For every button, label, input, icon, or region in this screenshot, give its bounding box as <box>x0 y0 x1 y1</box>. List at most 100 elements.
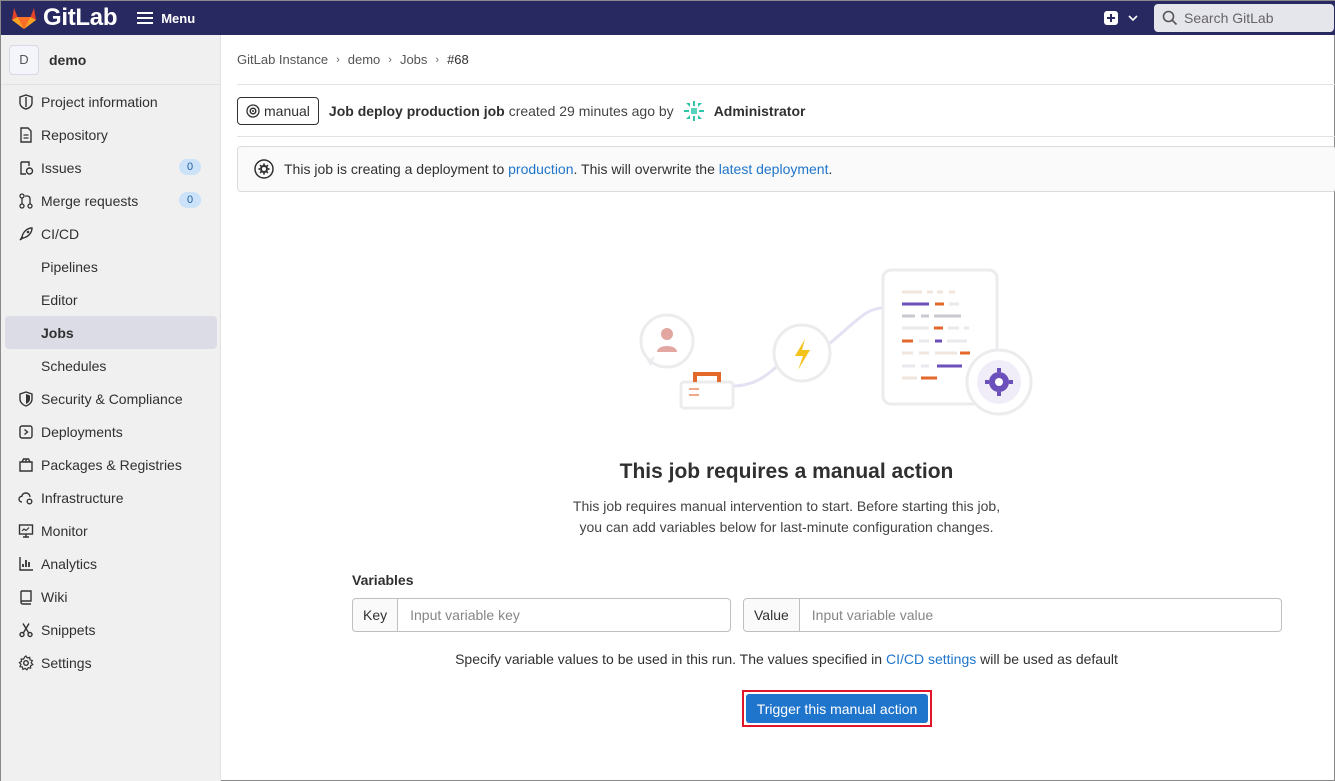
sidebar-subitem-schedules[interactable]: Schedules <box>1 349 217 382</box>
rocket-icon <box>17 225 35 243</box>
trigger-manual-action-button[interactable]: Trigger this manual action <box>746 694 928 723</box>
project-avatar: D <box>9 44 39 75</box>
sidebar-item-settings[interactable]: Settings <box>1 646 217 679</box>
chart-icon <box>17 555 35 573</box>
package-icon <box>17 456 35 474</box>
brand-name: GitLab <box>43 4 118 31</box>
sidebar-nav: Project information Repository Issues 0 … <box>1 85 220 679</box>
variable-value-input[interactable] <box>799 599 1281 631</box>
monitor-icon <box>17 522 35 540</box>
sidebar-subitem-jobs[interactable]: Jobs <box>5 316 217 349</box>
sidebar-item-repository[interactable]: Repository <box>1 118 217 151</box>
author-name[interactable]: Administrator <box>714 103 806 119</box>
alert-text-prefix: This job is creating a deployment to <box>284 161 505 177</box>
sidebar-item-label: Infrastructure <box>41 489 124 506</box>
main-content: GitLab Instance › demo › Jobs › #68 manu… <box>237 35 1335 192</box>
job-header: manual Job deploy production job created… <box>237 85 1335 137</box>
sidebar-item-label: Deployments <box>41 423 123 440</box>
sidebar-item-label: CI/CD <box>41 225 80 242</box>
key-addon: Key <box>353 599 399 631</box>
sidebar-item-label: Editor <box>41 291 78 308</box>
variables-label: Variables <box>352 572 414 588</box>
sidebar-item-deployments[interactable]: Deployments <box>1 415 217 448</box>
breadcrumb-demo[interactable]: demo <box>348 52 381 67</box>
sidebar-item-label: Issues <box>41 159 82 176</box>
info-doc-icon <box>17 93 35 111</box>
menu-button[interactable]: Menu <box>137 11 195 26</box>
new-dropdown-button[interactable] <box>1104 11 1140 25</box>
gitlab-home-link[interactable]: GitLab <box>11 1 118 35</box>
chevron-right-icon: › <box>388 53 392 66</box>
variable-key-field: Key <box>352 598 731 632</box>
variable-value-field: Value <box>743 598 1282 632</box>
cicd-settings-link[interactable]: CI/CD settings <box>886 651 976 667</box>
alert-text-suffix: . <box>828 161 833 177</box>
empty-state-title: This job requires a manual action <box>619 460 954 483</box>
breadcrumb: GitLab Instance › demo › Jobs › #68 <box>237 35 1335 85</box>
sidebar-item-security-compliance[interactable]: Security & Compliance <box>1 382 217 415</box>
sidebar-item-label: Snippets <box>41 621 96 638</box>
sidebar-item-label: Project information <box>41 93 158 110</box>
breadcrumb-gitlab-instance[interactable]: GitLab Instance <box>237 52 328 67</box>
doc-icon <box>17 126 35 144</box>
alert-text-middle: . This will overwrite the <box>573 161 715 177</box>
chevron-down-icon <box>1128 15 1138 22</box>
sidebar-item-analytics[interactable]: Analytics <box>1 547 217 580</box>
search-placeholder: Search GitLab <box>1184 10 1274 26</box>
menu-label: Menu <box>161 10 196 26</box>
sidebar-item-merge-requests[interactable]: Merge requests 0 <box>1 184 217 217</box>
deployment-gear-icon <box>254 159 274 179</box>
chevron-right-icon: › <box>435 53 440 66</box>
chevron-right-icon: › <box>336 53 340 66</box>
job-meta: created 29 minutes ago by <box>508 102 674 119</box>
gitlab-logo-icon <box>12 8 36 29</box>
search-icon <box>1162 10 1178 26</box>
project-header[interactable]: D demo <box>1 35 220 85</box>
breadcrumb-job-id[interactable]: #68 <box>447 52 469 67</box>
sidebar-item-infrastructure[interactable]: Infrastructure <box>1 481 217 514</box>
plus-square-icon <box>1104 11 1118 25</box>
sidebar-item-snippets[interactable]: Snippets <box>1 613 217 646</box>
sidebar-item-label: Packages & Registries <box>41 456 182 473</box>
variable-key-input[interactable] <box>398 599 730 631</box>
manual-action-illustration <box>639 268 1033 416</box>
sidebar-item-label: Pipelines <box>41 258 98 275</box>
hint-suffix: will be used as default <box>980 651 1118 667</box>
sidebar-item-label: Monitor <box>41 522 88 539</box>
deployment-alert: This job is creating a deployment to pro… <box>237 146 1335 192</box>
latest-deployment-link[interactable]: latest deployment <box>719 161 829 177</box>
top-navbar: GitLab Menu Search GitLab <box>1 1 1335 35</box>
book-icon <box>17 588 35 606</box>
status-label: manual <box>264 102 310 119</box>
sidebar-item-label: Merge requests <box>41 192 139 209</box>
sidebar-item-packages-registries[interactable]: Packages & Registries <box>1 448 217 481</box>
hint-prefix: Specify variable values to be used in th… <box>455 651 883 667</box>
environment-link[interactable]: production <box>508 161 573 177</box>
search-input[interactable]: Search GitLab <box>1154 4 1334 32</box>
sidebar-item-monitor[interactable]: Monitor <box>1 514 217 547</box>
sidebar-item-project-information[interactable]: Project information <box>1 85 217 118</box>
sidebar-item-label: Jobs <box>41 324 74 341</box>
hamburger-icon <box>137 12 154 24</box>
sidebar-subitem-editor[interactable]: Editor <box>1 283 217 316</box>
breadcrumb-jobs[interactable]: Jobs <box>400 52 427 67</box>
empty-state-description: This job requires manual intervention to… <box>187 496 1335 538</box>
shield-icon <box>17 390 35 408</box>
gear-icon <box>17 654 35 672</box>
sidebar-item-issues[interactable]: Issues 0 <box>1 151 217 184</box>
sidebar-item-wiki[interactable]: Wiki <box>1 580 217 613</box>
issues-icon <box>17 159 35 177</box>
sidebar-item-label: Settings <box>41 654 92 671</box>
avatar[interactable] <box>681 98 706 123</box>
empty-state-desc-line1: This job requires manual intervention to… <box>572 498 1001 514</box>
sidebar-item-label: Analytics <box>41 555 98 572</box>
deployments-icon <box>17 423 35 441</box>
scissors-icon <box>17 621 35 639</box>
sidebar-item-label: Security & Compliance <box>41 390 183 407</box>
sidebar-item-label: Repository <box>41 126 108 143</box>
issues-count-badge: 0 <box>179 159 201 175</box>
sidebar-item-cicd[interactable]: CI/CD <box>1 217 217 250</box>
sidebar-subitem-pipelines[interactable]: Pipelines <box>1 250 217 283</box>
status-badge[interactable]: manual <box>237 96 319 125</box>
project-name: demo <box>49 51 87 68</box>
